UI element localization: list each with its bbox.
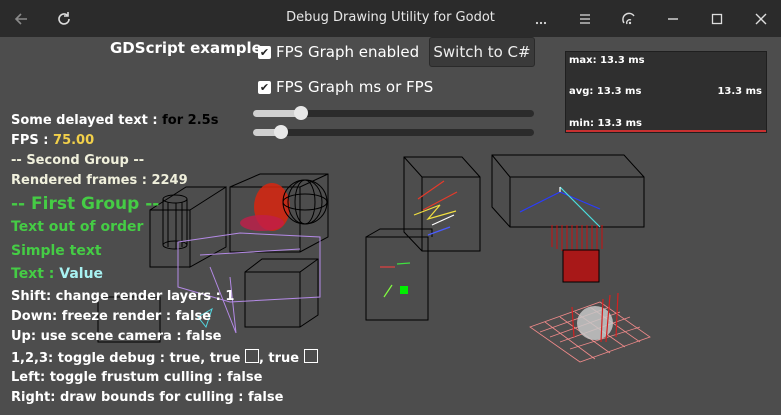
first-group-header: -- First Group -- [11, 194, 160, 214]
left-hint: Left: toggle frustum culling : false [11, 370, 263, 385]
toggle-debug-tail: , true [258, 351, 300, 366]
fps-graph-line [566, 130, 766, 132]
fps-graph-panel: max: 13.3 ms avg: 13.3 ms 13.3 ms min: 1… [565, 51, 767, 133]
game-viewport[interactable]: GDScript example ✔ FPS Graph enabled Swi… [0, 37, 781, 415]
fps-min: min: 13.3 ms [569, 118, 642, 129]
fps-max: max: 13.3 ms [569, 55, 645, 66]
rendered-frames: Rendered frames : 2249 [11, 173, 188, 188]
gdscript-label: GDScript example [110, 39, 262, 57]
delayed-text-value: for 2.5s [162, 113, 219, 128]
fps-row: FPS : 75.00 [11, 133, 94, 148]
minimize-icon[interactable] [662, 8, 684, 30]
shift-hint: Shift: change render layers : 1 [11, 289, 235, 304]
text-value: Value [59, 266, 104, 282]
fps-avg: avg: 13.3 ms [569, 86, 642, 97]
delayed-text-label: Some delayed text : [11, 113, 158, 128]
delayed-text-row: Some delayed text : for 2.5s [11, 113, 218, 128]
fps-current: 13.3 ms [717, 86, 762, 97]
missing-glyph-icon [303, 349, 318, 363]
screencast-icon[interactable] [618, 8, 640, 30]
toggle-debug-text: 1,2,3: toggle debug : true, true [11, 351, 241, 366]
fps-graph-ms-checkbox[interactable]: ✔ FPS Graph ms or FPS [258, 78, 433, 96]
slider-1[interactable] [253, 106, 534, 120]
right-hint: Right: draw bounds for culling : false [11, 390, 284, 405]
fps-value: 75.00 [53, 133, 95, 148]
red-cube [562, 249, 600, 283]
down-hint: Down: freeze render : false [11, 309, 212, 324]
fps-graph-enabled-label: FPS Graph enabled [276, 43, 420, 61]
second-group-header: -- Second Group -- [11, 153, 145, 168]
text-label: Text : [11, 266, 55, 282]
missing-glyph-icon [244, 349, 259, 363]
checkmark-icon: ✔ [258, 80, 271, 94]
fps-graph-ms-label: FPS Graph ms or FPS [276, 78, 434, 96]
switch-to-csharp-button[interactable]: Switch to C# [429, 37, 535, 67]
maximize-icon[interactable] [706, 8, 728, 30]
simple-text: Simple text [11, 243, 102, 259]
slider-2[interactable] [253, 125, 534, 139]
menu-icon[interactable] [574, 8, 596, 30]
up-hint: Up: use scene camera : false [11, 329, 222, 344]
slider-2-grabber[interactable] [274, 125, 289, 139]
close-icon[interactable] [750, 8, 772, 30]
title-bar: Debug Drawing Utility for Godot [0, 0, 781, 37]
more-icon[interactable] [530, 8, 552, 30]
checkmark-icon: ✔ [258, 45, 271, 59]
fps-graph-enabled-checkbox[interactable]: ✔ FPS Graph enabled [258, 43, 419, 61]
text-value-row: Text : Value [11, 266, 103, 282]
red-bars [551, 225, 603, 251]
fps-label: FPS : [11, 133, 49, 148]
arrow-markers [413, 180, 458, 236]
toggle-debug-hint: 1,2,3: toggle debug : true, true , true [11, 349, 318, 366]
text-out-of-order: Text out of order [11, 219, 144, 235]
green-cube [400, 286, 408, 294]
slider-1-grabber[interactable] [293, 106, 308, 120]
